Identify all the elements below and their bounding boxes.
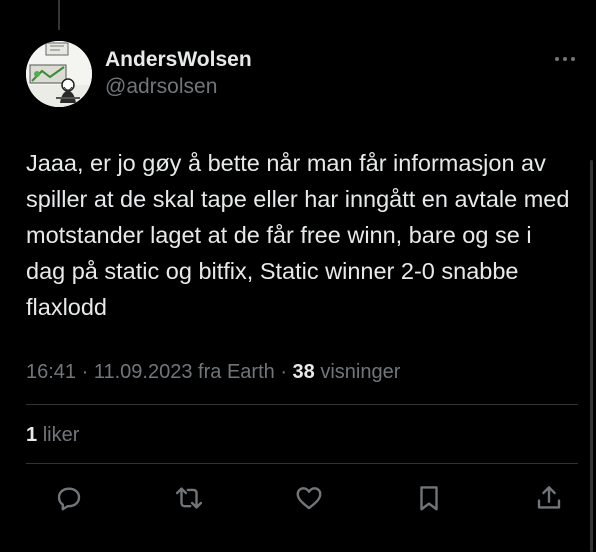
like-button[interactable]: [292, 481, 326, 515]
heart-icon: [296, 487, 322, 510]
share-icon: [537, 486, 561, 509]
display-name[interactable]: AndersWolsen: [105, 47, 252, 73]
views-label: visninger: [320, 361, 401, 383]
views-count: 38: [292, 361, 315, 383]
share-button[interactable]: [532, 481, 566, 515]
reply-icon: [57, 487, 81, 511]
divider: [26, 404, 578, 405]
divider: [26, 463, 578, 464]
likes-stat[interactable]: 1 liker: [26, 421, 79, 449]
more-dots-icon: [555, 57, 575, 61]
avatar[interactable]: [26, 41, 92, 107]
tweet-header: AndersWolsen @adrsolsen: [26, 41, 578, 107]
likes-count: 1: [26, 424, 38, 446]
meta-separator: ·: [81, 361, 89, 383]
tweet-text: Jaaa, er jo gøy å bette når man får info…: [26, 150, 570, 320]
retweet-icon: [175, 487, 203, 509]
cartoon-avatar-icon: [26, 41, 92, 107]
tweet-meta: 16:41 · 11.09.2023 fra Earth · 38 visnin…: [26, 358, 400, 386]
action-bar: [52, 481, 566, 515]
more-options-button[interactable]: [552, 49, 578, 69]
tweet-source: fra Earth: [198, 361, 275, 383]
scrollbar[interactable]: [590, 160, 593, 552]
meta-separator: ·: [280, 361, 287, 383]
reply-button[interactable]: [52, 481, 86, 515]
tweet-date[interactable]: 11.09.2023: [94, 361, 193, 383]
retweet-button[interactable]: [172, 481, 206, 515]
bookmark-icon: [420, 486, 438, 511]
bookmark-button[interactable]: [412, 481, 446, 515]
thread-connector-line: [58, 0, 60, 30]
tweet-time[interactable]: 16:41: [26, 361, 76, 383]
likes-label: liker: [42, 424, 80, 446]
user-handle[interactable]: @adrsolsen: [105, 73, 252, 101]
